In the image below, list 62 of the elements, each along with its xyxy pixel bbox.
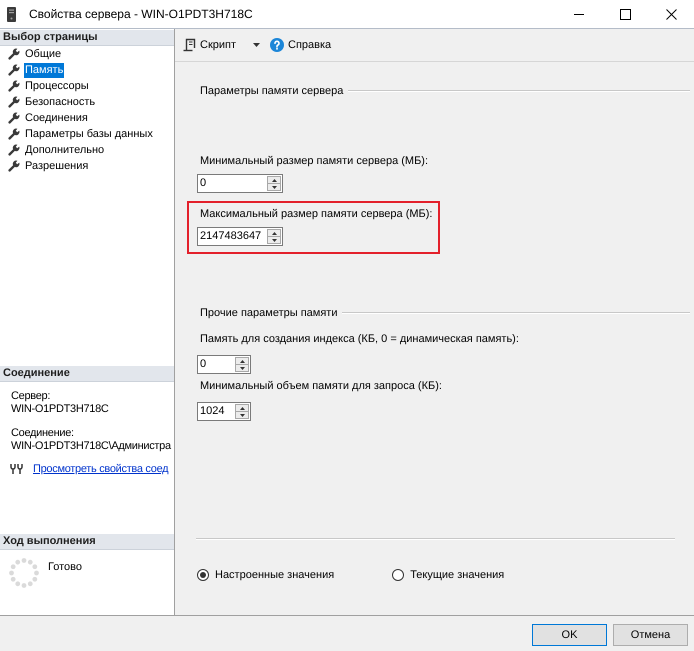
sidebar-item[interactable]: Безопасность	[24, 94, 96, 110]
spin-down-button[interactable]	[235, 412, 249, 419]
maximize-icon	[620, 8, 630, 20]
wrench-icon	[8, 160, 20, 172]
number-field[interactable]: 0	[197, 174, 283, 193]
wrench-icon	[8, 112, 20, 124]
properties-link[interactable]: Просмотреть свойства соед	[33, 462, 168, 476]
section-header: Выбор страницы	[0, 30, 174, 46]
sidebar-item[interactable]: Разрешения	[24, 158, 90, 174]
sidebar-item[interactable]: Память	[24, 62, 64, 78]
wrench-icon	[8, 48, 20, 60]
spin-down-button[interactable]	[267, 237, 281, 244]
number-field[interactable]: 2147483647	[197, 227, 283, 246]
spin-down-button[interactable]	[267, 184, 281, 191]
wrench-icon	[8, 80, 20, 92]
radio-button[interactable]: Текущие значения	[392, 566, 504, 584]
close-icon	[666, 8, 676, 20]
group-title: Параметры памяти сервера	[200, 84, 344, 99]
field-label: Минимальный объем памяти для запроса (КБ):	[200, 379, 442, 394]
spin-down-button[interactable]	[235, 365, 249, 372]
field-label: Минимальный размер памяти сервера (МБ):	[200, 154, 428, 169]
sidebar-item[interactable]: Процессоры	[24, 78, 90, 94]
help-button[interactable]: Справка	[270, 34, 332, 56]
wrench-icon	[8, 96, 20, 108]
wrench-icon	[8, 128, 20, 140]
sidebar-item[interactable]: Дополнительно	[24, 142, 106, 158]
info-value: WIN-O1PDT3H718C	[11, 403, 109, 416]
radio-button[interactable]: Настроенные значения	[197, 566, 334, 584]
caret-up-icon	[272, 232, 276, 234]
plug-icon	[10, 463, 23, 475]
number-field[interactable]: 1024	[197, 402, 251, 421]
sidebar-item[interactable]: Общие	[24, 46, 62, 62]
field-label: Память для создания индекса (КБ, 0 = динамическая память):	[200, 332, 519, 347]
dialog-button[interactable]: Отмена	[613, 624, 688, 646]
section-header: Ход выполнения	[0, 534, 174, 550]
spin-up-button[interactable]	[267, 176, 281, 184]
wrench-icon	[8, 64, 20, 76]
spin-up-button[interactable]	[235, 404, 249, 412]
caret-up-icon	[240, 406, 244, 410]
sidebar-item[interactable]: Параметры базы данных	[24, 126, 154, 142]
field-label: Максимальный размер памяти сервера (МБ):	[200, 207, 432, 222]
spinner-icon	[8, 557, 40, 589]
status-text: Готово	[48, 560, 82, 575]
info-value: WIN-O1PDT3H718C\Администра	[11, 440, 171, 453]
caret-up-icon	[240, 360, 244, 362]
server-icon	[7, 6, 16, 22]
window-title: Свойства сервера - WIN-O1PDT3H718C	[29, 6, 253, 23]
group-title: Прочие параметры памяти	[200, 306, 338, 321]
sidebar-item[interactable]: Соединения	[24, 110, 89, 126]
info-label: Соединение:	[11, 427, 74, 440]
section-header: Соединение	[0, 366, 174, 382]
caret-up-icon	[272, 178, 276, 182]
spin-up-button[interactable]	[235, 357, 249, 365]
script-button[interactable]: Скрипт	[183, 34, 236, 56]
script-icon	[183, 38, 196, 52]
info-label: Сервер:	[11, 390, 50, 403]
wrench-icon	[8, 144, 20, 156]
help-icon	[270, 38, 284, 52]
dropdown-caret-icon[interactable]	[253, 43, 260, 47]
number-field[interactable]: 0	[197, 355, 251, 374]
dialog-button[interactable]: OK	[532, 624, 607, 646]
spin-up-button[interactable]	[267, 229, 281, 237]
